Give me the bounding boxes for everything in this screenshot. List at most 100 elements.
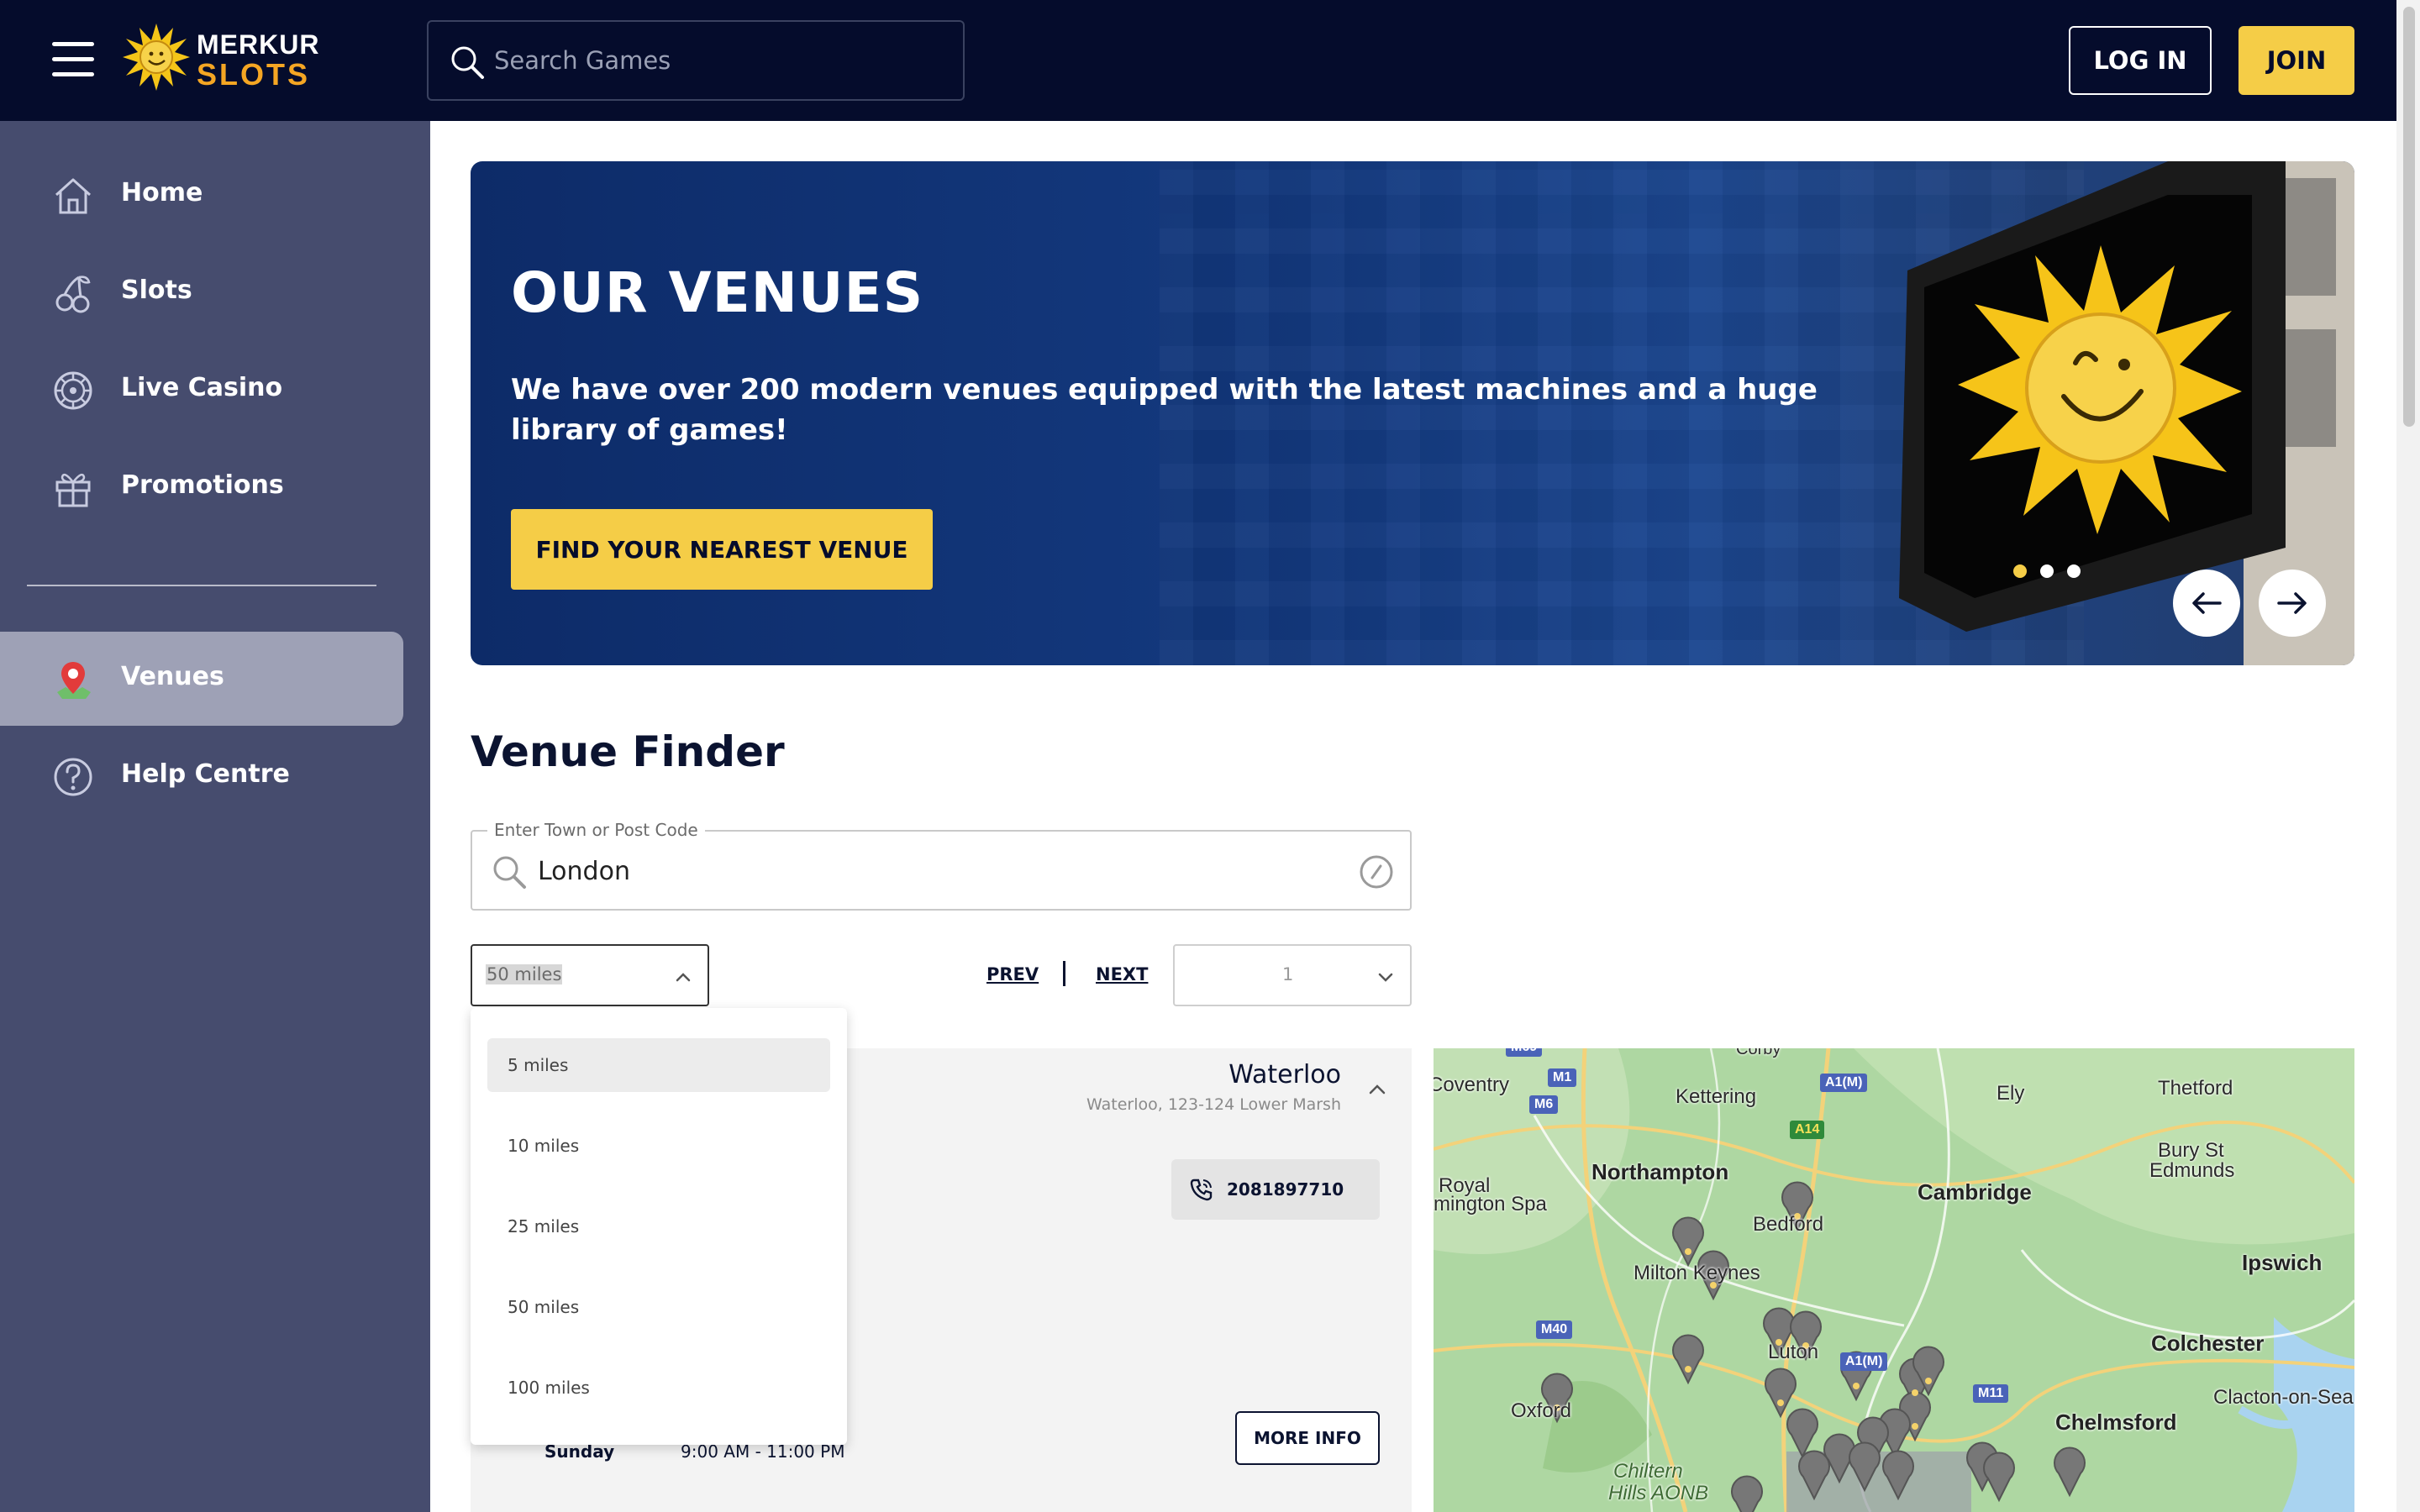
carousel-next-button[interactable]	[2259, 570, 2326, 637]
map-label: Ipswich	[2242, 1250, 2323, 1275]
chevron-up-icon	[676, 973, 691, 982]
postcode-field[interactable]: Enter Town or Post Code	[471, 820, 1412, 911]
roulette-wheel-icon	[54, 371, 92, 410]
map-label: Chiltern	[1613, 1460, 1683, 1483]
gift-icon	[55, 473, 91, 507]
map-label: Kettering	[1676, 1085, 1757, 1108]
radius-select[interactable]: 50 miles	[471, 944, 709, 1006]
map-label: Coventry	[1434, 1074, 1510, 1096]
postcode-label: Enter Town or Post Code	[487, 820, 705, 840]
sidebar-item-promotions[interactable]: Promotions	[0, 440, 403, 534]
find-nearest-venue-button[interactable]: FIND YOUR NEAREST VENUE	[511, 509, 933, 590]
page-select[interactable]: 1	[1173, 944, 1412, 1006]
search-icon	[451, 46, 484, 79]
sidebar-item-label: Slots	[121, 276, 192, 305]
radius-option[interactable]: 100 miles	[487, 1361, 830, 1415]
arrow-right-icon	[2277, 592, 2307, 614]
map-label: Cambridge	[1918, 1179, 2032, 1205]
carousel-prev-button[interactable]	[2173, 570, 2240, 637]
radius-option[interactable]: 25 miles	[487, 1200, 830, 1253]
map-label: Luton	[1768, 1341, 1819, 1363]
page-scrollbar-thumb[interactable]	[2403, 7, 2415, 427]
carousel-dot[interactable]	[2067, 564, 2081, 578]
road-sign: M6	[1529, 1095, 1559, 1114]
home-icon	[55, 178, 92, 214]
road-sign: A14	[1790, 1121, 1825, 1139]
road-sign: M1	[1548, 1068, 1577, 1087]
map-label: Edmunds	[2149, 1159, 2235, 1182]
venue-finder-title: Venue Finder	[471, 727, 785, 776]
sidebar-item-slots[interactable]: Slots	[0, 245, 403, 339]
map-label: Ely	[1996, 1082, 2025, 1105]
sidebar-item-help-centre[interactable]: Help Centre	[0, 729, 403, 823]
map-terrain	[1434, 1048, 2354, 1512]
locate-compass-icon[interactable]	[1358, 853, 1395, 890]
logo-wordmark-bottom: SLOTS	[197, 57, 311, 92]
top-bar: MERKUR SLOTS LOG IN JOIN	[0, 0, 2420, 121]
hero-description: We have over 200 modern venues equipped …	[511, 373, 1818, 447]
phone-icon	[1190, 1179, 1213, 1201]
sidebar-item-label: Venues	[121, 662, 224, 691]
next-page-link[interactable]: NEXT	[1096, 964, 1148, 984]
map-label: Clacton-on-Sea	[2213, 1386, 2354, 1409]
phone-number: 2081897710	[1227, 1179, 1344, 1200]
sidebar-item-label: Promotions	[121, 470, 284, 500]
postcode-input[interactable]	[538, 850, 1294, 892]
venue-address: Waterloo, 123-124 Lower Marsh	[1086, 1095, 1341, 1114]
radius-selected-value: 50 miles	[486, 964, 563, 984]
sidebar-divider	[27, 585, 376, 586]
menu-icon[interactable]	[52, 42, 94, 76]
join-button[interactable]: JOIN	[2238, 26, 2354, 95]
map-label: Chelmsford	[2055, 1410, 2177, 1435]
map-label: Colchester	[2151, 1331, 2265, 1356]
page-selected-value: 1	[1282, 964, 1294, 984]
search-box[interactable]	[427, 20, 965, 101]
hero-title: OUR VENUES	[511, 260, 924, 325]
radius-option[interactable]: 10 miles	[487, 1119, 830, 1173]
map-label: Leamington Spa	[1434, 1193, 1547, 1215]
radius-dropdown-menu: 5 miles 10 miles 25 miles 50 miles 100 m…	[471, 1008, 847, 1445]
logo-wordmark-top: MERKUR	[197, 29, 320, 60]
road-sign: A1(M)	[1840, 1352, 1888, 1371]
cherries-icon	[55, 276, 91, 313]
radius-option[interactable]: 50 miles	[487, 1280, 830, 1334]
map-label: Hills AONB	[1608, 1482, 1709, 1504]
road-sign: M40	[1536, 1320, 1573, 1339]
sidebar-item-label: Live Casino	[121, 373, 283, 402]
map-label: Northampton	[1591, 1159, 1729, 1184]
more-info-button[interactable]: MORE INFO	[1235, 1411, 1380, 1465]
map-label: Thetford	[2158, 1077, 2233, 1100]
sidebar: Home Slots Live Casino Promotions Venues…	[0, 121, 430, 1512]
map-label: Oxford	[1511, 1399, 1572, 1422]
sidebar-item-venues[interactable]: Venues	[0, 632, 403, 726]
phone-button[interactable]: 2081897710	[1171, 1159, 1380, 1220]
sun-logo-icon	[123, 24, 190, 91]
map-label: Bedford	[1753, 1213, 1824, 1236]
help-circle-icon	[54, 758, 92, 796]
search-input[interactable]	[494, 40, 948, 81]
merkur-slots-logo[interactable]: MERKUR SLOTS	[121, 22, 323, 97]
sidebar-item-live-casino[interactable]: Live Casino	[0, 343, 403, 437]
prev-page-link[interactable]: PREV	[986, 964, 1039, 984]
sidebar-item-label: Help Centre	[121, 759, 290, 789]
road-sign: M69	[1506, 1048, 1543, 1057]
arrow-left-icon	[2192, 592, 2222, 614]
venue-map[interactable]: Coventry Kettering Corby Ely Thetford No…	[1434, 1048, 2354, 1512]
radius-option[interactable]: 5 miles	[487, 1038, 830, 1092]
venue-name: Waterloo	[1228, 1060, 1341, 1089]
road-sign: A1(M)	[1820, 1074, 1868, 1092]
sidebar-item-label: Home	[121, 178, 203, 207]
map-pin-icon	[57, 662, 91, 699]
chevron-up-icon[interactable]	[1366, 1079, 1388, 1100]
carousel-dot[interactable]	[2040, 564, 2054, 578]
search-icon	[493, 856, 526, 889]
hero-banner: OUR VENUES We have over 200 modern venue…	[471, 161, 2354, 665]
pagination-separator	[1063, 961, 1065, 986]
road-sign: M11	[1973, 1384, 2009, 1403]
sidebar-item-home[interactable]: Home	[0, 148, 403, 242]
login-button[interactable]: LOG IN	[2069, 26, 2212, 95]
map-label: Milton Keynes	[1634, 1262, 1760, 1284]
chevron-down-icon	[1378, 973, 1393, 982]
carousel-dot-active[interactable]	[2013, 564, 2027, 578]
map-label: Corby	[1736, 1048, 1781, 1058]
